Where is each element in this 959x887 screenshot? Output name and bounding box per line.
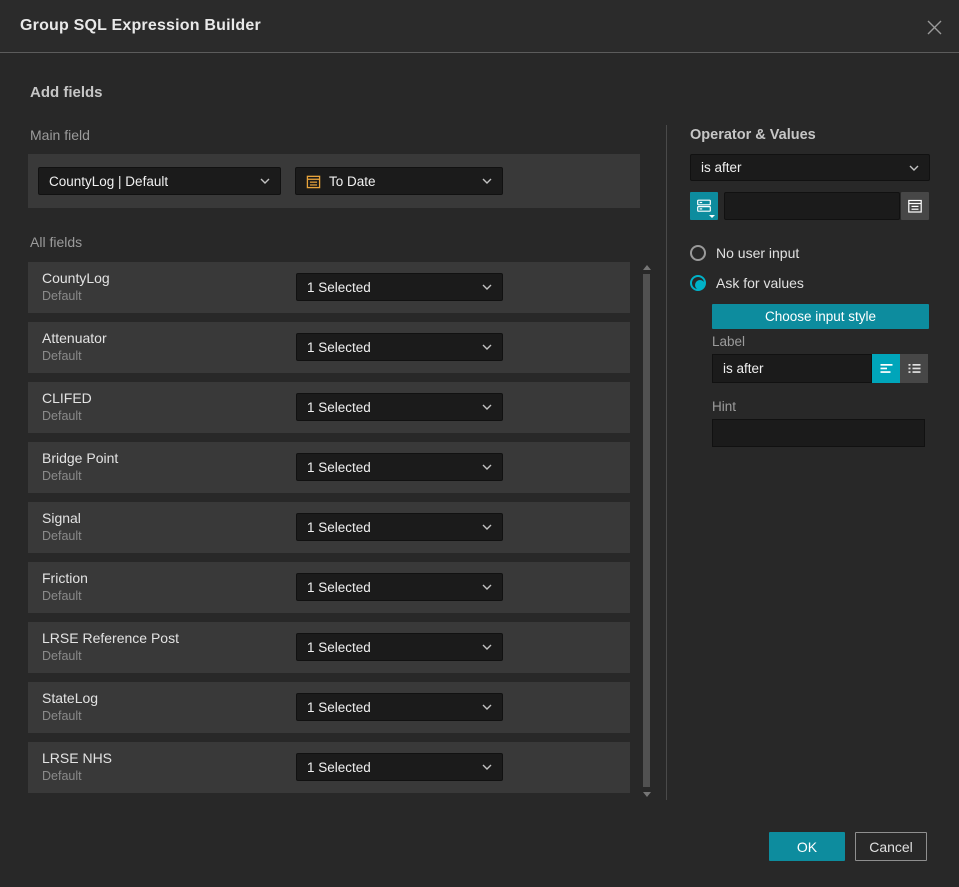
main-field-card: CountyLog | Default To Date (28, 154, 640, 208)
field-selected-dropdown-label: 1 Selected (307, 399, 371, 415)
all-fields-label: All fields (30, 234, 83, 250)
field-selected-dropdown[interactable]: 1 Selected (296, 753, 503, 781)
bullet-list-icon (908, 364, 920, 373)
field-selected-dropdown[interactable]: 1 Selected (296, 633, 503, 661)
radio-ask-for-values[interactable]: Ask for values (690, 275, 804, 291)
label-input[interactable] (712, 354, 872, 383)
chevron-down-icon (482, 178, 492, 184)
fields-scrollbar[interactable] (642, 262, 651, 800)
operator-select[interactable]: is after (690, 154, 930, 181)
radio-icon (690, 245, 706, 261)
radio-no-user-input[interactable]: No user input (690, 245, 799, 261)
field-selected-dropdown-label: 1 Selected (307, 759, 371, 775)
chevron-down-icon (260, 178, 270, 184)
panel-divider (666, 125, 667, 800)
scroll-up-icon[interactable] (643, 265, 651, 270)
single-line-input-style-button[interactable] (872, 354, 900, 383)
close-button[interactable] (921, 14, 947, 40)
field-row: LRSE Reference Post Default 1 Selected (28, 622, 630, 673)
field-selected-dropdown-label: 1 Selected (307, 339, 371, 355)
radio-icon (690, 275, 706, 291)
scrollbar-thumb[interactable] (643, 274, 650, 787)
field-row: CLIFED Default 1 Selected (28, 382, 630, 433)
all-fields-list: CountyLog Default 1 Selected Attenuator … (28, 262, 630, 802)
main-field-label: Main field (30, 127, 90, 143)
dialog-title: Group SQL Expression Builder (20, 17, 261, 34)
hint-input[interactable] (712, 419, 925, 447)
cancel-button[interactable]: Cancel (855, 832, 927, 861)
chevron-down-icon (482, 764, 492, 770)
field-selected-dropdown-label: 1 Selected (307, 639, 371, 655)
close-icon (927, 20, 941, 34)
ok-button[interactable]: OK (769, 832, 845, 861)
field-row: Bridge Point Default 1 Selected (28, 442, 630, 493)
field-row: StateLog Default 1 Selected (28, 682, 630, 733)
field-selected-dropdown[interactable]: 1 Selected (296, 573, 503, 601)
operator-values-heading: Operator & Values (690, 127, 816, 143)
field-row: Friction Default 1 Selected (28, 562, 630, 613)
main-field-select[interactable]: CountyLog | Default (38, 167, 281, 195)
field-selected-dropdown[interactable]: 1 Selected (296, 513, 503, 541)
field-selected-dropdown[interactable]: 1 Selected (296, 333, 503, 361)
main-field-select-value: CountyLog | Default (49, 173, 169, 189)
field-selected-dropdown[interactable]: 1 Selected (296, 393, 503, 421)
dialog-header: Group SQL Expression Builder (0, 0, 959, 53)
chevron-down-icon (482, 284, 492, 290)
choose-input-style-button[interactable]: Choose input style (712, 304, 929, 329)
chevron-down-icon (482, 524, 492, 530)
chevron-down-icon (482, 584, 492, 590)
field-selected-dropdown-label: 1 Selected (307, 579, 371, 595)
field-selected-dropdown[interactable]: 1 Selected (296, 273, 503, 301)
align-left-icon (880, 364, 892, 373)
group-sql-expression-builder-dialog: Group SQL Expression Builder Add fields … (0, 0, 959, 887)
field-selected-dropdown-label: 1 Selected (307, 459, 371, 475)
field-row: Signal Default 1 Selected (28, 502, 630, 553)
chevron-down-icon (482, 704, 492, 710)
calendar-icon (908, 199, 922, 213)
value-type-button[interactable] (690, 192, 718, 220)
field-row: Attenuator Default 1 Selected (28, 322, 630, 373)
field-selected-dropdown[interactable]: 1 Selected (296, 693, 503, 721)
chevron-down-icon (482, 404, 492, 410)
main-field-date-select-value: To Date (329, 173, 376, 189)
scroll-down-icon[interactable] (643, 792, 651, 797)
value-input[interactable] (724, 192, 900, 220)
radio-label: Ask for values (716, 275, 804, 291)
chevron-down-icon (482, 464, 492, 470)
field-selected-dropdown[interactable]: 1 Selected (296, 453, 503, 481)
field-selected-dropdown-label: 1 Selected (307, 699, 371, 715)
radio-label: No user input (716, 245, 800, 261)
calendar-icon (306, 174, 321, 189)
chevron-down-icon (709, 215, 715, 218)
date-picker-button[interactable] (901, 192, 929, 220)
chevron-down-icon (482, 644, 492, 650)
chevron-down-icon (909, 165, 919, 171)
stacked-rows-icon (697, 199, 711, 212)
field-selected-dropdown-label: 1 Selected (307, 519, 371, 535)
list-input-style-button[interactable] (900, 354, 928, 383)
chevron-down-icon (482, 344, 492, 350)
field-row: CountyLog Default 1 Selected (28, 262, 630, 313)
label-caption: Label (712, 334, 746, 349)
field-row: LRSE NHS Default 1 Selected (28, 742, 630, 793)
hint-caption: Hint (712, 399, 737, 414)
operator-select-value: is after (701, 160, 742, 175)
main-field-date-select[interactable]: To Date (295, 167, 503, 195)
add-fields-heading: Add fields (30, 84, 103, 101)
field-selected-dropdown-label: 1 Selected (307, 279, 371, 295)
